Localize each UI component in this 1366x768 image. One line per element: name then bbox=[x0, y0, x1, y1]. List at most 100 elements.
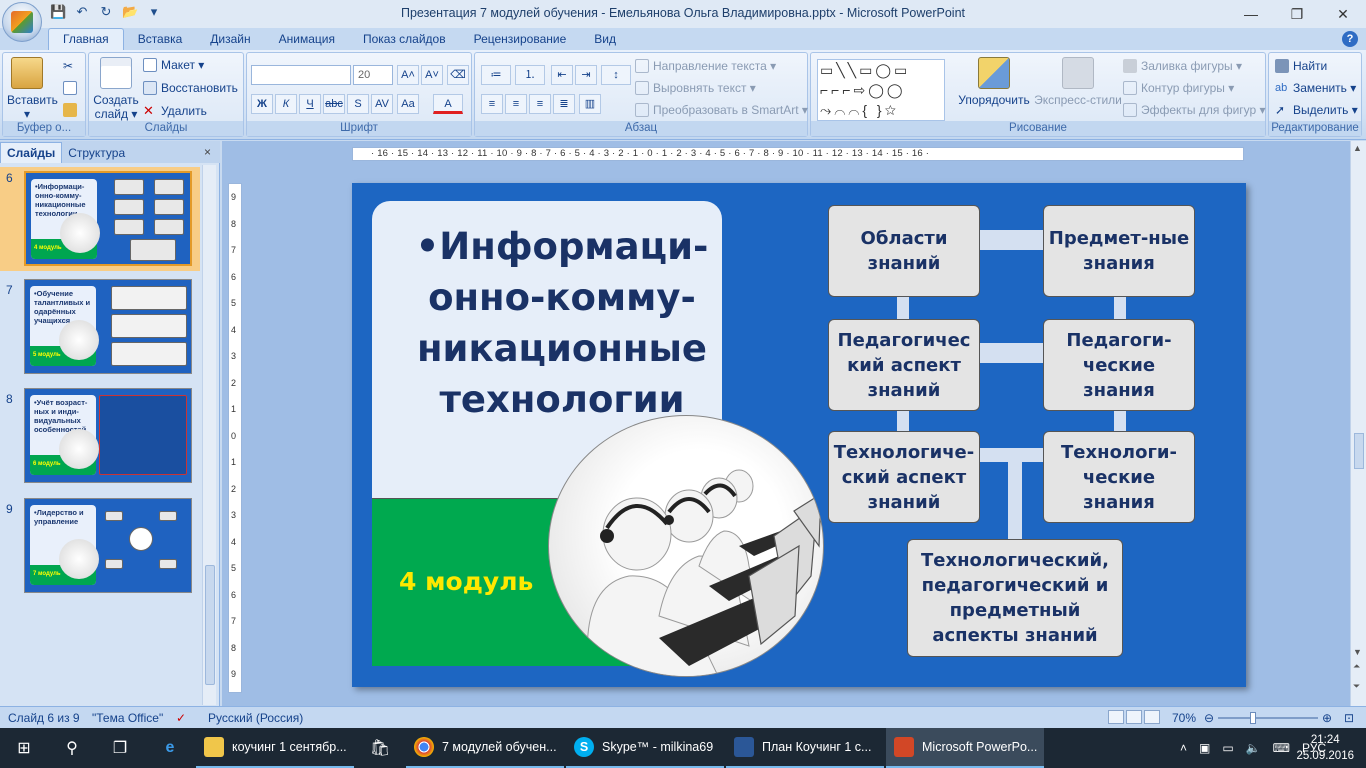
prev-slide-icon[interactable]: ⏶ bbox=[1353, 661, 1360, 672]
font-size-combo[interactable]: 20 bbox=[353, 65, 393, 85]
call-center-picture[interactable] bbox=[548, 415, 824, 677]
close-icon[interactable]: × bbox=[204, 145, 211, 159]
taskbar-item-word[interactable]: План Коучинг 1 с... bbox=[726, 728, 884, 768]
fit-to-window-icon[interactable]: ⊡ bbox=[1344, 711, 1354, 725]
network-icon[interactable]: ▣ bbox=[1199, 741, 1210, 755]
decrease-indent-button[interactable]: ⇤ bbox=[551, 65, 573, 85]
case-button[interactable]: Aa bbox=[397, 94, 419, 114]
battery-icon[interactable]: ▭ bbox=[1222, 741, 1233, 755]
italic-button[interactable]: К bbox=[275, 94, 297, 114]
windows-start-icon[interactable]: ⊞ bbox=[0, 728, 48, 768]
tab-outline[interactable]: Структура bbox=[62, 143, 131, 163]
help-icon[interactable]: ? bbox=[1342, 31, 1358, 47]
align-center-button[interactable]: ≡ bbox=[505, 94, 527, 114]
tab-review[interactable]: Рецензирование bbox=[460, 29, 581, 50]
box-technological-knowledge[interactable]: Технологи-ческие знания bbox=[1043, 431, 1195, 523]
replace-button[interactable]: ab Заменить ▾ bbox=[1275, 81, 1356, 95]
shape-outline-button[interactable]: Контур фигуры ▾ bbox=[1123, 81, 1234, 95]
slide-thumb-6[interactable]: 6 •Информаци-онно-комму-никационные техн… bbox=[0, 167, 200, 271]
clear-format-button[interactable]: ⌫ bbox=[447, 65, 469, 85]
tab-animation[interactable]: Анимация bbox=[265, 29, 349, 50]
redo-icon[interactable]: ↻ bbox=[98, 4, 114, 20]
zoom-out-icon[interactable]: ⊖ bbox=[1204, 711, 1214, 725]
tab-home[interactable]: Главная bbox=[48, 28, 124, 50]
align-left-button[interactable]: ≡ bbox=[481, 94, 503, 114]
slide-canvas[interactable]: •Информаци-онно-комму-никационные технол… bbox=[352, 183, 1246, 687]
box-areas-of-knowledge[interactable]: Области знаний bbox=[828, 205, 980, 297]
scroll-down-icon[interactable]: ▼ bbox=[1353, 647, 1362, 657]
keyboard-icon[interactable]: ⌨ bbox=[1273, 741, 1290, 755]
font-color-button[interactable]: A bbox=[433, 94, 463, 114]
tab-slideshow[interactable]: Показ слайдов bbox=[349, 29, 460, 50]
format-painter-button[interactable] bbox=[63, 103, 77, 117]
align-text-button[interactable]: Выровнять текст ▾ bbox=[635, 81, 756, 95]
shape-effects-button[interactable]: Эффекты для фигур ▾ bbox=[1123, 103, 1266, 117]
tab-view[interactable]: Вид bbox=[580, 29, 630, 50]
slide-thumb-7[interactable]: 7 •Обучение талантливых и одарённых учащ… bbox=[0, 279, 200, 379]
box-subject-knowledge[interactable]: Предмет-ные знания bbox=[1043, 205, 1195, 297]
paste-button[interactable]: Вставить ▾ bbox=[7, 57, 58, 121]
language-indicator[interactable]: Русский (Россия) bbox=[208, 711, 303, 725]
copy-button[interactable] bbox=[63, 81, 77, 95]
shrink-font-button[interactable]: A˅ bbox=[421, 65, 443, 85]
show-hidden-icon[interactable]: ˄ bbox=[1180, 741, 1187, 755]
sorter-view-button[interactable] bbox=[1126, 710, 1142, 724]
clock[interactable]: 21:24 25.09.2016 bbox=[1296, 732, 1354, 764]
grow-font-button[interactable]: A˄ bbox=[397, 65, 419, 85]
restore-button[interactable]: ❐ bbox=[1274, 0, 1320, 28]
cut-button[interactable]: ✂ bbox=[63, 59, 77, 73]
smartart-button[interactable]: Преобразовать в SmartArt ▾ bbox=[635, 103, 808, 117]
close-button[interactable]: ✕ bbox=[1320, 0, 1366, 28]
open-icon[interactable]: 📂 bbox=[122, 4, 138, 20]
justify-button[interactable]: ≣ bbox=[553, 94, 575, 114]
shape-fill-button[interactable]: Заливка фигуры ▾ bbox=[1123, 59, 1242, 73]
tab-design[interactable]: Дизайн bbox=[196, 29, 264, 50]
bullets-button[interactable]: ≔ bbox=[481, 65, 511, 85]
increase-indent-button[interactable]: ⇥ bbox=[575, 65, 597, 85]
box-technological-aspect[interactable]: Технологиче-ский аспект знаний bbox=[828, 431, 980, 523]
shadow-button[interactable]: S bbox=[347, 94, 369, 114]
text-direction-button[interactable]: Направление текста ▾ bbox=[635, 59, 776, 73]
normal-view-button[interactable] bbox=[1108, 710, 1124, 724]
zoom-slider-thumb[interactable] bbox=[1250, 712, 1256, 724]
save-icon[interactable]: 💾 bbox=[50, 4, 66, 20]
box-pedagogical-knowledge[interactable]: Педагоги-ческие знания bbox=[1043, 319, 1195, 411]
search-icon[interactable]: ⚲ bbox=[48, 728, 96, 768]
select-button[interactable]: ➚ Выделить ▾ bbox=[1275, 103, 1358, 117]
numbering-button[interactable]: ⒈ bbox=[515, 65, 545, 85]
customize-qat-icon[interactable]: ▾ bbox=[146, 4, 162, 20]
taskbar-item-explorer[interactable]: коучинг 1 сентябр... bbox=[196, 728, 354, 768]
underline-button[interactable]: Ч bbox=[299, 94, 321, 114]
shapes-gallery[interactable]: ▭╲╲▭◯▭ ⌐⌐⌐⇨◯◯ ⤳⌒⌒{ }☆ bbox=[817, 59, 945, 121]
new-slide-button[interactable]: Создать слайд ▾ bbox=[93, 57, 139, 121]
arrange-button[interactable]: Упорядочить bbox=[957, 57, 1031, 107]
strike-button[interactable]: abc bbox=[323, 94, 345, 114]
tab-slides[interactable]: Слайды bbox=[0, 142, 63, 163]
columns-button[interactable]: ▥ bbox=[579, 94, 601, 114]
next-slide-icon[interactable]: ⏷ bbox=[1353, 681, 1360, 692]
spacing-button[interactable]: AV bbox=[371, 94, 393, 114]
spellcheck-icon[interactable]: ✓ bbox=[176, 711, 186, 725]
slides-pane-scrollbar[interactable] bbox=[202, 165, 216, 705]
line-spacing-button[interactable]: ↕ bbox=[601, 65, 631, 85]
store-icon[interactable]: 🛍 bbox=[356, 728, 404, 768]
slide-title[interactable]: •Информаци-онно-комму-никационные технол… bbox=[412, 221, 712, 425]
find-button[interactable]: Найти bbox=[1275, 59, 1327, 73]
edge-icon[interactable]: e bbox=[146, 728, 194, 768]
layout-button[interactable]: Макет ▾ bbox=[143, 58, 204, 72]
taskbar-item-powerpoint[interactable]: Microsoft PowerPo... bbox=[886, 728, 1044, 768]
undo-icon[interactable]: ↶ bbox=[74, 4, 90, 20]
taskbar-item-skype[interactable]: S Skype™ - milkina69 bbox=[566, 728, 724, 768]
taskbar-item-chrome[interactable]: 7 модулей обучен... bbox=[406, 728, 564, 768]
box-pedagogical-aspect[interactable]: Педагогичес кий аспект знаний bbox=[828, 319, 980, 411]
bold-button[interactable]: Ж bbox=[251, 94, 273, 114]
volume-icon[interactable]: 🔈 bbox=[1246, 741, 1261, 755]
office-button[interactable] bbox=[2, 2, 42, 42]
slideshow-view-button[interactable] bbox=[1144, 710, 1160, 724]
module-label[interactable]: 4 модуль bbox=[399, 567, 533, 596]
zoom-in-icon[interactable]: ⊕ bbox=[1322, 711, 1332, 725]
minimize-button[interactable]: — bbox=[1228, 0, 1274, 28]
zoom-slider[interactable] bbox=[1218, 717, 1318, 719]
align-right-button[interactable]: ≡ bbox=[529, 94, 551, 114]
zoom-level[interactable]: 70% bbox=[1172, 711, 1196, 725]
